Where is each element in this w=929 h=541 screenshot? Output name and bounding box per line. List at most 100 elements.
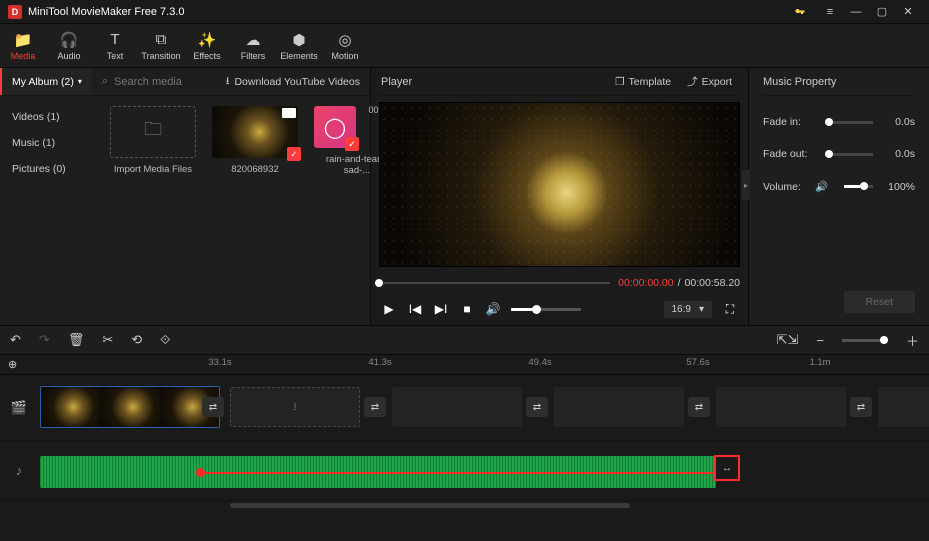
empty-clip-slot[interactable] xyxy=(716,387,846,427)
player-title: Player xyxy=(379,76,607,88)
timeline-tracks: 🎬 ⇄ ⭳ ⇄ ⇄ ⇄ ⇄ ♪ ↔ xyxy=(0,375,929,501)
timeline-fit-button[interactable]: ⇱⇲ xyxy=(777,332,799,348)
speed-button[interactable]: ⟲ xyxy=(131,332,142,348)
transition-slot[interactable]: ⇄ xyxy=(526,397,548,417)
player-seekbar[interactable]: 00:00:00.00 / 00:00:58.20 xyxy=(379,273,740,293)
minimize-button[interactable]: — xyxy=(843,0,869,24)
properties-title: Music Property xyxy=(763,68,915,96)
time-sep: / xyxy=(678,277,681,289)
media-thumbnails: 🗀 Import Media Files ✓ 820068932 ◯00:58 … xyxy=(100,96,370,325)
sidebar-item-pictures[interactable]: Pictures (0) xyxy=(0,156,100,182)
fullscreen-button[interactable]: ⛶ xyxy=(722,302,738,317)
transition-slot[interactable]: ⇄ xyxy=(850,397,872,417)
media-sidebar: Videos (1) Music (1) Pictures (0) xyxy=(0,96,100,325)
video-preview[interactable] xyxy=(379,102,740,267)
redo-button[interactable]: ↷ xyxy=(39,332,50,348)
time-total: 00:00:58.20 xyxy=(685,277,740,289)
crop-button[interactable]: ⟐ xyxy=(160,332,170,348)
aspect-ratio-select[interactable]: 16:9▾ xyxy=(664,301,713,318)
audio-track-content[interactable]: ↔ xyxy=(38,441,929,500)
timeline-ruler[interactable]: ⊕ 33.1s 41.3s 49.4s 57.6s 1.1m xyxy=(0,355,929,375)
volume-icon[interactable]: 🔊 xyxy=(485,302,501,316)
time-current: 00:00:00.00 xyxy=(618,277,673,289)
download-youtube-button[interactable]: ⭳Download YouTube Videos xyxy=(216,73,370,91)
fade-out-row: Fade out: 0.0s xyxy=(763,148,915,160)
check-icon: ✓ xyxy=(345,137,359,151)
video-clip[interactable] xyxy=(40,386,220,428)
media-item-video[interactable]: ✓ 820068932 xyxy=(212,106,298,176)
tab-media[interactable]: 📁Media xyxy=(0,24,46,67)
volume-prop-slider[interactable] xyxy=(844,185,873,188)
panel-collapse-button[interactable]: ▸ xyxy=(742,170,750,200)
key-icon[interactable] xyxy=(787,0,813,24)
folder-icon: 🗀 xyxy=(144,117,162,147)
motion-icon: ◎ xyxy=(338,31,351,49)
sidebar-item-music[interactable]: Music (1) xyxy=(0,130,100,156)
search-input[interactable]: ⌕Search media xyxy=(92,75,216,88)
close-button[interactable]: ✕ xyxy=(895,0,921,24)
reset-button[interactable]: Reset xyxy=(844,291,915,313)
delete-button[interactable]: 🗑 xyxy=(68,332,85,348)
clip-trim-handle[interactable]: ↔ xyxy=(714,455,740,481)
play-button[interactable]: ▶ xyxy=(381,302,397,316)
properties-panel: Music Property Fade in: 0.0s Fade out: 0… xyxy=(749,68,929,325)
scrollbar-thumb[interactable] xyxy=(230,503,630,508)
transition-slot[interactable]: ⇄ xyxy=(364,397,386,417)
fade-out-slider[interactable] xyxy=(825,153,873,156)
app-title: MiniTool MovieMaker Free 7.3.0 xyxy=(28,6,787,18)
tab-audio[interactable]: 🎧Audio xyxy=(46,24,92,67)
tab-elements[interactable]: ⬢Elements xyxy=(276,24,322,67)
tab-motion[interactable]: ◎Motion xyxy=(322,24,368,67)
transition-slot[interactable]: ⇄ xyxy=(688,397,710,417)
video-track-content[interactable]: ⇄ ⭳ ⇄ ⇄ ⇄ ⇄ xyxy=(38,375,929,440)
download-icon: ⭳ xyxy=(226,73,230,91)
video-track-icon: 🎬 xyxy=(0,400,38,416)
prev-frame-button[interactable]: I◀ xyxy=(407,302,423,316)
empty-clip-slot[interactable] xyxy=(878,387,929,427)
import-media-tile[interactable]: 🗀 Import Media Files xyxy=(110,106,196,176)
empty-clip-slot[interactable] xyxy=(554,387,684,427)
undo-button[interactable]: ↶ xyxy=(10,332,21,348)
audio-clip[interactable] xyxy=(40,456,716,488)
split-button[interactable]: ✂ xyxy=(102,332,113,348)
stop-button[interactable]: ■ xyxy=(459,302,475,316)
volume-row: Volume: 🔊 100% xyxy=(763,180,915,193)
timeline-scrollbar[interactable] xyxy=(0,501,929,509)
effects-icon: ✨ xyxy=(198,31,217,49)
album-tab[interactable]: My Album (2)▾ xyxy=(0,68,92,95)
empty-clip-slot[interactable]: ⭳ xyxy=(230,387,360,427)
search-icon: ⌕ xyxy=(102,75,108,88)
video-track: 🎬 ⇄ ⭳ ⇄ ⇄ ⇄ ⇄ xyxy=(0,375,929,441)
tab-filters[interactable]: ☁Filters xyxy=(230,24,276,67)
folder-icon: 📁 xyxy=(14,31,33,49)
empty-clip-slot[interactable] xyxy=(392,387,522,427)
export-button[interactable]: ⤴Export xyxy=(679,74,740,89)
speaker-icon[interactable]: 🔊 xyxy=(815,180,828,193)
fade-in-slider[interactable] xyxy=(825,121,873,124)
transition-slot[interactable]: ⇄ xyxy=(202,397,224,417)
next-frame-button[interactable]: ▶I xyxy=(433,302,449,316)
transition-icon: ⧉ xyxy=(156,31,167,49)
chevron-down-icon: ▾ xyxy=(699,304,704,315)
menu-icon[interactable]: ≡ xyxy=(817,0,843,24)
fade-line xyxy=(200,472,716,474)
main-toolbar: 📁Media 🎧Audio TText ⧉Transition ✨Effects… xyxy=(0,24,929,68)
headphones-icon: 🎧 xyxy=(60,31,79,49)
audio-track-icon: ♪ xyxy=(0,463,38,478)
seek-track[interactable] xyxy=(379,282,610,284)
tab-effects[interactable]: ✨Effects xyxy=(184,24,230,67)
titlebar: D MiniTool MovieMaker Free 7.3.0 ≡ — ▢ ✕ xyxy=(0,0,929,24)
tab-text[interactable]: TText xyxy=(92,24,138,67)
zoom-in-button[interactable]: ＋ xyxy=(906,331,919,350)
maximize-button[interactable]: ▢ xyxy=(869,0,895,24)
tab-transition[interactable]: ⧉Transition xyxy=(138,24,184,67)
media-item-audio[interactable]: ◯00:58 ✓ rain-and-tears-sad-... xyxy=(314,106,356,176)
zoom-slider[interactable] xyxy=(842,339,888,342)
add-marker-button[interactable]: ⊕ xyxy=(8,358,17,371)
sidebar-item-videos[interactable]: Videos (1) xyxy=(0,104,100,130)
fade-handle[interactable] xyxy=(196,468,205,477)
player-controls: ▶ I◀ ▶I ■ 🔊 16:9▾ ⛶ xyxy=(379,293,740,325)
volume-slider[interactable] xyxy=(511,308,581,311)
zoom-out-button[interactable]: − xyxy=(816,333,824,348)
template-button[interactable]: ❐Template xyxy=(607,76,679,88)
